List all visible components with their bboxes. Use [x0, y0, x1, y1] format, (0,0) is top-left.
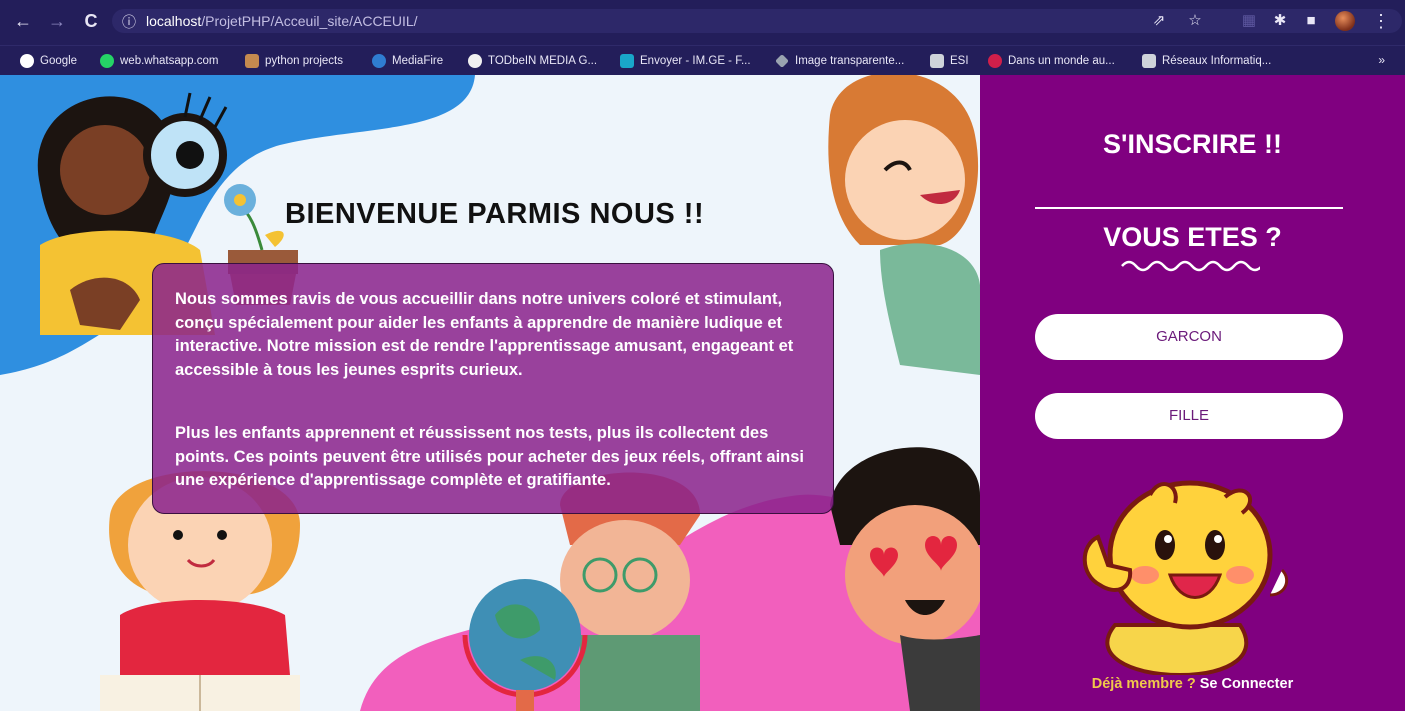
page-icon	[1142, 54, 1156, 68]
site-info-icon[interactable]: ⓘ	[122, 12, 136, 32]
bookmark-label: Réseaux Informatiq...	[1162, 55, 1272, 67]
divider	[1035, 207, 1343, 209]
bookmark-item[interactable]: python projects	[245, 52, 343, 70]
bookmark-item[interactable]: Dans un monde au...	[988, 52, 1115, 70]
bookmark-label: web.whatsapp.com	[120, 55, 219, 67]
girl-choice-button[interactable]: FILLE	[1035, 393, 1343, 439]
back-arrow-icon[interactable]: ←	[12, 10, 34, 32]
bookmark-item[interactable]: MediaFire	[372, 52, 443, 70]
signup-question: VOUS ETES ?	[1103, 222, 1282, 252]
extension-grid-icon[interactable]: ▦	[1239, 10, 1259, 32]
diamond-icon	[775, 54, 789, 68]
signup-title: S'INSCRIRE !!	[1103, 129, 1282, 159]
address-url: localhost/ProjetPHP/Acceuil_site/ACCEUIL…	[146, 13, 418, 29]
mascot-illustration	[1082, 480, 1289, 675]
bookmark-label: MediaFire	[392, 55, 444, 67]
side-panel-icon[interactable]: ■	[1301, 10, 1321, 32]
share-icon[interactable]: ⇗	[1149, 10, 1169, 32]
folder-icon	[245, 54, 259, 68]
browser-toolbar: ← → C ⓘ localhost/ProjetPHP/Acceuil_site…	[0, 0, 1405, 45]
profile-avatar[interactable]	[1335, 11, 1355, 31]
page-icon	[930, 54, 944, 68]
intro-card: Nous sommes ravis de vous accueillir dan…	[152, 263, 834, 514]
bookmark-label: ESI	[950, 55, 969, 67]
signup-panel: S'INSCRIRE !! VOUS ETES ? GARCON FILLE D…	[980, 75, 1405, 711]
google-icon	[20, 54, 34, 68]
bookmark-item[interactable]: Google	[20, 52, 77, 70]
login-link[interactable]: Se Connecter	[1200, 676, 1293, 692]
login-prompt: Déjà membre ? Se Connecter	[980, 676, 1405, 692]
extensions-puzzle-icon[interactable]: ✱	[1270, 10, 1290, 32]
laughing-child-illustration	[828, 75, 980, 375]
url-path: /ProjetPHP/Acceuil_site/ACCEUIL/	[201, 13, 418, 29]
member-question: Déjà membre ?	[1091, 676, 1196, 692]
bookmark-item[interactable]: TODbeIN MEDIA G...	[468, 52, 597, 70]
welcome-title: BIENVENUE PARMIS NOUS !!	[285, 198, 705, 230]
whatsapp-icon	[100, 54, 114, 68]
bookmark-item[interactable]: web.whatsapp.com	[100, 52, 218, 70]
boy-choice-button[interactable]: GARCON	[1035, 314, 1343, 360]
bookmark-item[interactable]: Image transparente...	[775, 52, 904, 70]
wavy-underline-icon	[1121, 260, 1260, 272]
bookmark-star-icon[interactable]: ☆	[1185, 10, 1205, 32]
bookmark-label: Google	[40, 55, 78, 67]
address-bar[interactable]: ⓘ localhost/ProjetPHP/Acceuil_site/ACCEU…	[112, 9, 1402, 33]
mediafire-icon	[372, 54, 386, 68]
bookmark-label: TODbeIN MEDIA G...	[488, 55, 598, 67]
bookmark-item[interactable]: Réseaux Informatiq...	[1142, 52, 1271, 70]
bookmark-item[interactable]: Envoyer - IM.GE - F...	[620, 52, 751, 70]
upload-icon	[620, 54, 634, 68]
globe-icon	[468, 54, 482, 68]
intro-paragraph: Nous sommes ravis de vous accueillir dan…	[175, 290, 794, 379]
browser-menu-icon[interactable]: ⋮	[1372, 10, 1390, 32]
web-page: BIENVENUE PARMIS NOUS !! Nous sommes rav…	[0, 75, 1405, 711]
bookmark-label: Image transparente...	[795, 55, 905, 67]
bookmark-item[interactable]: ESI	[930, 52, 969, 70]
url-host: localhost	[146, 13, 202, 29]
reload-icon[interactable]: C	[80, 10, 102, 32]
bookmarks-bar: Google web.whatsapp.com python projects …	[0, 45, 1405, 75]
bookmark-label: python projects	[265, 55, 343, 67]
bookmark-label: Envoyer - IM.GE - F...	[640, 55, 751, 67]
bookmarks-overflow-button[interactable]: »	[1378, 53, 1385, 67]
pinterest-icon	[988, 54, 1002, 68]
forward-arrow-icon[interactable]: →	[46, 10, 68, 32]
bookmark-label: Dans un monde au...	[1008, 55, 1115, 67]
points-paragraph: Plus les enfants apprennent et réussisse…	[175, 424, 804, 489]
